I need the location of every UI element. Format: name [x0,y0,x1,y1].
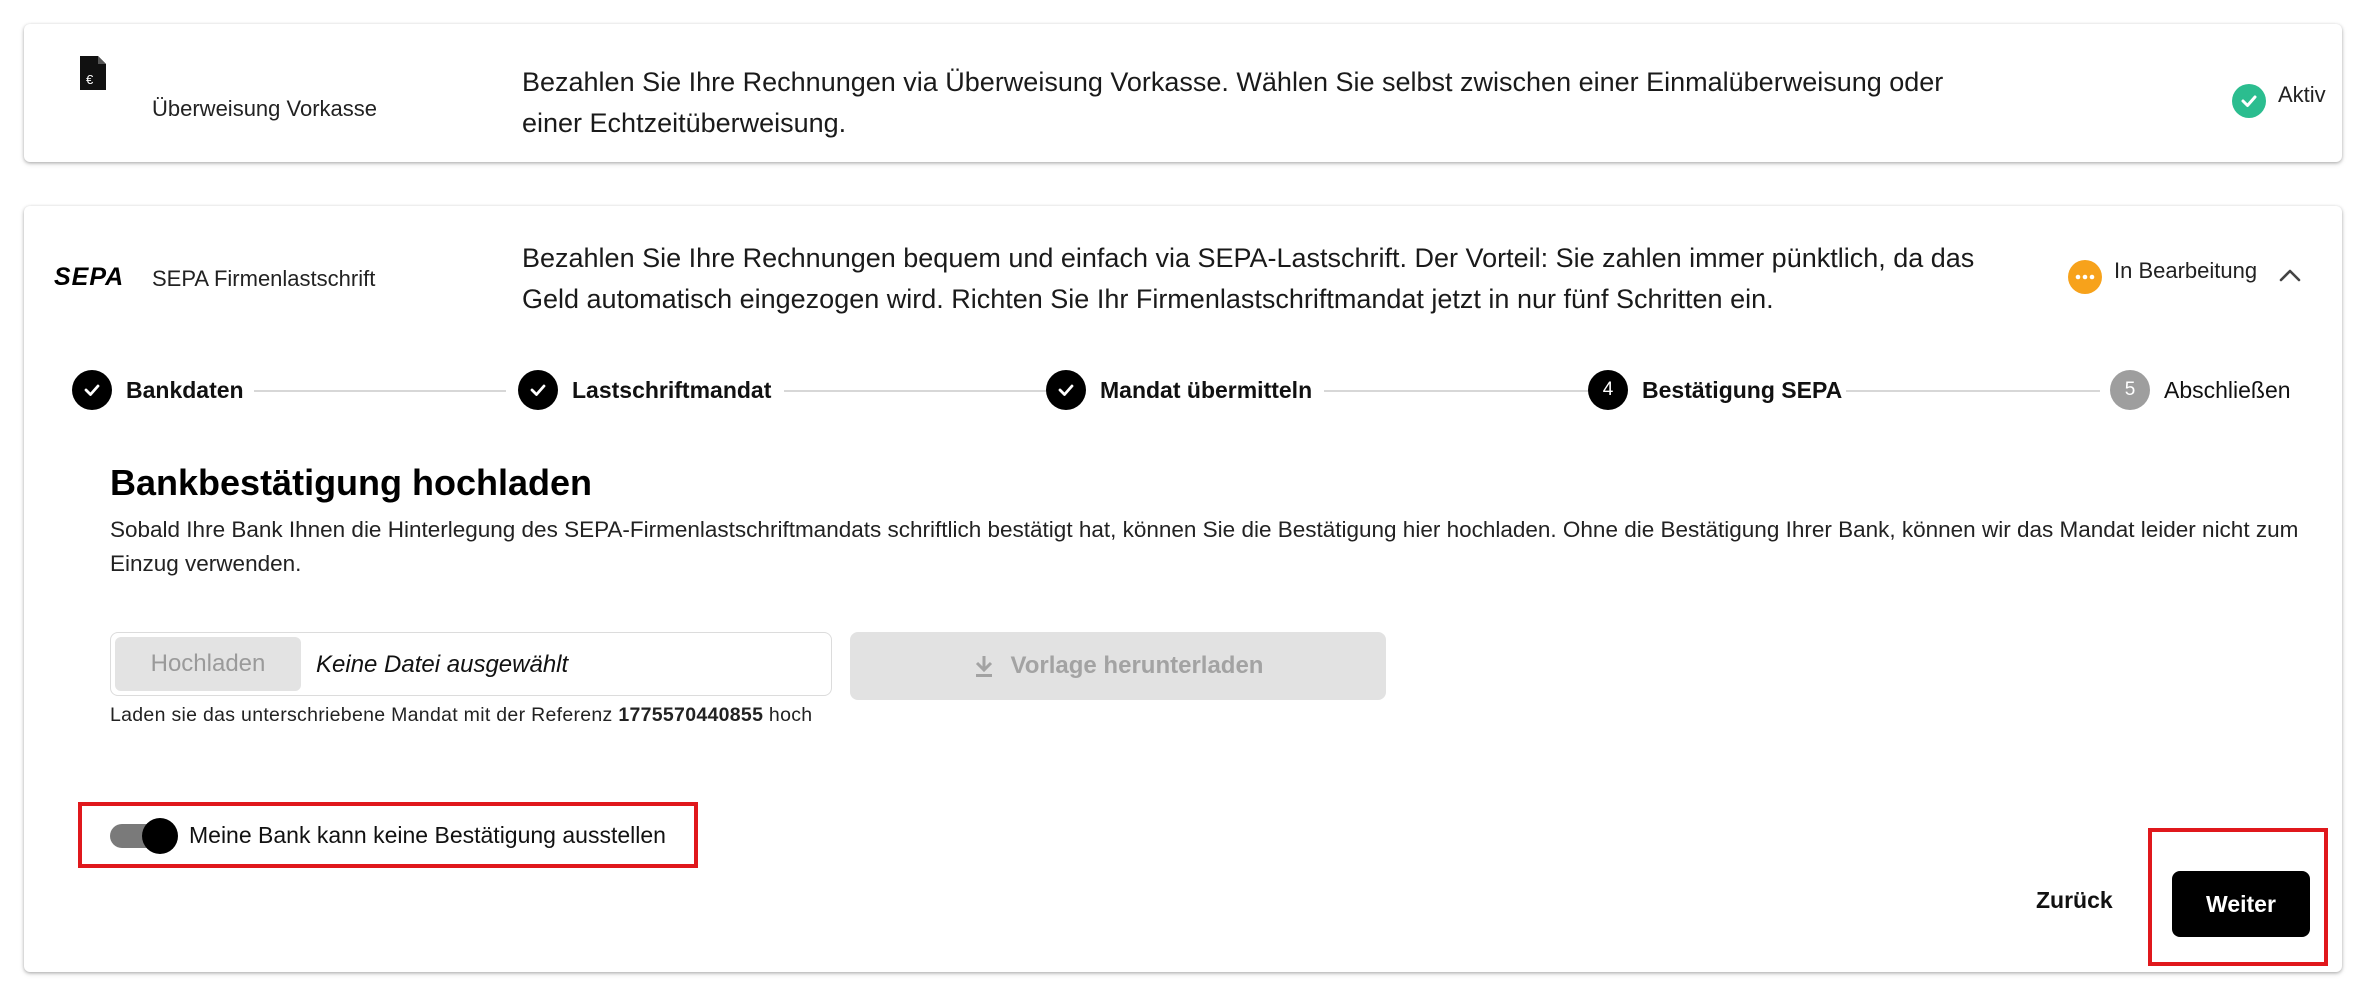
stepper-step-bankdaten: Bankdaten [72,370,244,410]
payment-method-card-sepa: SEPA SEPA Firmenlastschrift Bezahlen Sie… [24,206,2342,972]
stepper-connector [1846,390,2100,392]
check-circle-icon [2232,84,2266,118]
file-name-text: Keine Datei ausgewählt [316,651,569,678]
step-number: 5 [2110,370,2150,410]
payment-method-name: SEPA Firmenlastschrift [152,266,376,291]
step-number: 4 [1588,370,1628,410]
toggle-label[interactable]: Meine Bank kann keine Bestätigung ausste… [189,822,666,849]
sepa-logo-icon: SEPA [54,263,125,291]
stepper-connector [1324,390,1592,392]
step-label: Abschließen [2164,376,2291,403]
svg-text:€: € [86,72,94,87]
chevron-up-icon[interactable] [2278,268,2302,287]
step-label: Mandat übermitteln [1100,376,1313,403]
section-title: Bankbestätigung hochladen [110,462,593,503]
payment-method-card-vorkasse: € Überweisung Vorkasse Bezahlen Sie Ihre… [24,24,2342,162]
file-upload-field[interactable]: Hochladen Keine Datei ausgewählt [110,632,832,696]
download-template-button[interactable]: Vorlage herunterladen [850,632,1386,700]
status-text: In Bearbeitung [2114,258,2258,283]
next-button[interactable]: Weiter [2172,871,2310,937]
step-label: Lastschriftmandat [572,376,772,403]
stepper-connector [784,390,1052,392]
back-button[interactable]: Zurück [2036,887,2113,914]
status-badge: In Bearbeitung [2068,258,2257,294]
no-confirmation-toggle[interactable] [110,818,178,854]
euro-document-icon: € [78,54,108,97]
section-description: Sobald Ihre Bank Ihnen die Hinterlegung … [110,517,2299,576]
payment-method-name: Überweisung Vorkasse [152,96,378,121]
upload-button[interactable]: Hochladen [115,637,301,691]
step-label: Bestätigung SEPA [1642,376,1843,403]
stepper-step-bestaetigung-sepa: 4 Bestätigung SEPA [1588,370,1842,410]
download-template-label: Vorlage herunterladen [1010,652,1264,679]
stepper-step-lastschriftmandat: Lastschriftmandat [518,370,771,410]
step-label: Bankdaten [126,376,244,403]
status-badge: Aktiv [2232,82,2326,118]
stepper-connector [254,390,506,392]
toggle-knob [142,818,178,854]
payment-method-description: Bezahlen Sie Ihre Rechnungen via Überwei… [522,67,1944,138]
reference-number: 1775570440855 [618,704,764,726]
download-icon [975,656,992,677]
check-icon [518,370,558,410]
status-text: Aktiv [2278,82,2326,107]
more-dots-icon [2068,260,2102,294]
payment-method-description: Bezahlen Sie Ihre Rechnungen bequem und … [522,243,1975,314]
check-icon [1046,370,1086,410]
check-icon [72,370,112,410]
stepper-step-mandat-uebermitteln: Mandat übermitteln [1046,370,1312,410]
upload-hint: Laden sie das unterschriebene Mandat mit… [110,704,813,726]
stepper-step-abschliessen: 5 Abschließen [2110,370,2291,410]
